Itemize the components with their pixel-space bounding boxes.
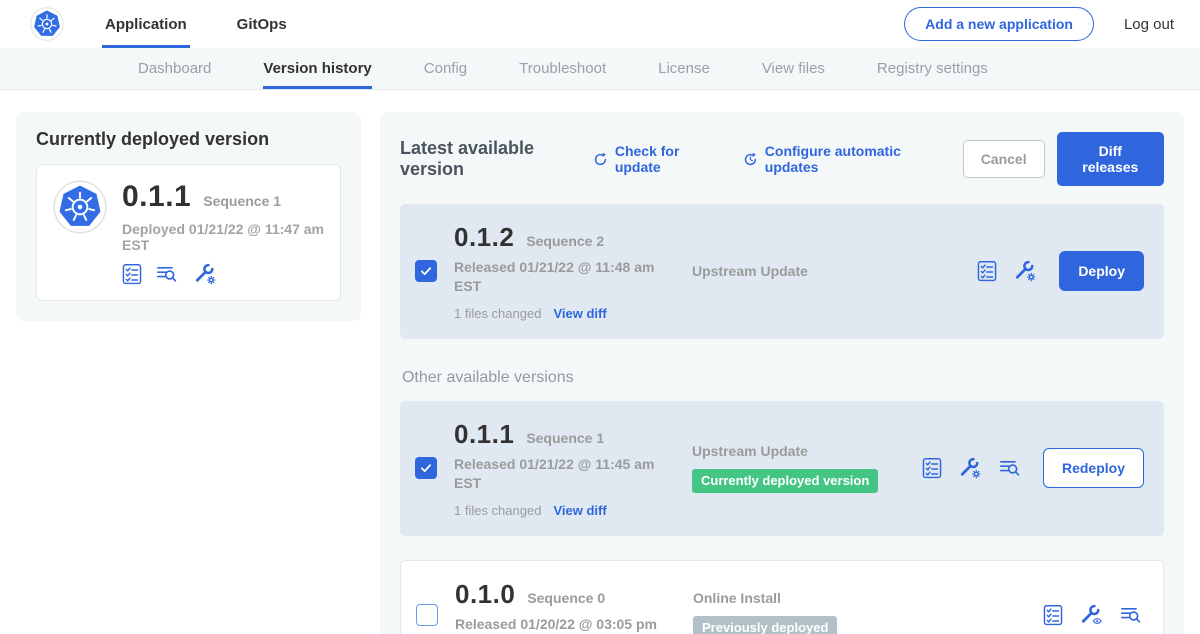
view-diff-link[interactable]: View diff	[553, 306, 606, 321]
files-changed-label: 1 files changed	[454, 306, 541, 321]
version-number: 0.1.0	[455, 579, 515, 610]
released-timestamp: Released 01/21/22 @ 11:45 am EST	[454, 455, 666, 493]
source-label: Online Install	[693, 590, 923, 606]
config-icon[interactable]	[192, 263, 218, 285]
top-nav-right: Add a new application Log out	[904, 0, 1174, 48]
version-source: Online Install Previously deployed	[693, 590, 923, 634]
version-checkbox[interactable]	[416, 604, 438, 626]
tab-dashboard[interactable]: Dashboard	[138, 48, 211, 89]
preflight-checks-icon[interactable]	[1043, 604, 1063, 626]
kubernetes-logo	[30, 0, 64, 48]
version-checkbox[interactable]	[415, 260, 437, 282]
main-content: Currently deployed version 0.1.1 Sequenc…	[0, 90, 1200, 634]
top-tab-application[interactable]: Application	[102, 0, 190, 48]
status-badge: Previously deployed	[693, 616, 837, 634]
currently-deployed-panel: Currently deployed version 0.1.1 Sequenc…	[16, 112, 361, 321]
add-new-application-button[interactable]: Add a new application	[904, 7, 1094, 41]
sequence-label: Sequence 0	[527, 590, 605, 606]
sequence-label: Sequence 1	[526, 430, 604, 446]
deploy-button[interactable]: Deploy	[1059, 251, 1144, 291]
check-for-update-label: Check for update	[615, 143, 715, 175]
top-tab-gitops[interactable]: GitOps	[234, 0, 290, 48]
sequence-label: Sequence 2	[526, 233, 604, 249]
tab-version-history[interactable]: Version history	[263, 48, 371, 89]
released-timestamp: Released 01/20/22 @ 03:05 pm EST	[455, 615, 667, 634]
version-number: 0.1.2	[454, 222, 514, 253]
version-number: 0.1.1	[454, 419, 514, 450]
version-info: 0.1.1 Sequence 1 Released 01/21/22 @ 11:45…	[454, 419, 666, 518]
top-nav: Application GitOps Add a new application …	[0, 0, 1200, 48]
tab-troubleshoot[interactable]: Troubleshoot	[519, 48, 606, 89]
preflight-checks-icon[interactable]	[122, 263, 142, 285]
kubernetes-app-icon	[53, 180, 107, 285]
version-info: 0.1.2 Sequence 2 Released 01/21/22 @ 11:48…	[454, 222, 666, 321]
checkmark-icon	[419, 264, 433, 278]
check-for-update-link[interactable]: Check for update	[593, 143, 715, 175]
preflight-checks-icon[interactable]	[977, 260, 997, 282]
deployed-sequence-label: Sequence 1	[203, 193, 281, 209]
version-checkbox[interactable]	[415, 457, 437, 479]
deployed-version-card: 0.1.1 Sequence 1 Deployed 01/21/22 @ 11:…	[36, 164, 341, 301]
app-sub-nav: Dashboard Version history Config Troublesho…	[0, 48, 1200, 90]
version-actions: Redeploy	[922, 448, 1144, 488]
config-view-icon[interactable]	[1078, 604, 1104, 626]
version-row: 0.1.1 Sequence 1 Released 01/21/22 @ 11:45…	[400, 401, 1164, 536]
version-info: 0.1.0 Sequence 0 Released 01/20/22 @ 03:05…	[455, 579, 667, 634]
version-source: Upstream Update Currently deployed versio…	[692, 443, 922, 493]
deploy-logs-icon[interactable]	[998, 457, 1022, 479]
deploy-logs-icon[interactable]	[1119, 604, 1143, 626]
configure-auto-updates-link[interactable]: Configure automatic updates	[743, 143, 935, 175]
source-label: Upstream Update	[692, 263, 922, 279]
config-icon[interactable]	[957, 457, 983, 479]
tab-registry-settings[interactable]: Registry settings	[877, 48, 988, 89]
tab-view-files[interactable]: View files	[762, 48, 825, 89]
released-timestamp: Released 01/21/22 @ 11:48 am EST	[454, 258, 666, 296]
tab-license[interactable]: License	[658, 48, 710, 89]
version-row: 0.1.2 Sequence 2 Released 01/21/22 @ 11:48…	[400, 204, 1164, 339]
other-versions-title: Other available versions	[402, 369, 1164, 387]
config-icon[interactable]	[1012, 260, 1038, 282]
redeploy-button[interactable]: Redeploy	[1043, 448, 1144, 488]
view-diff-link[interactable]: View diff	[553, 503, 606, 518]
refresh-icon	[593, 151, 608, 168]
files-changed-label: 1 files changed	[454, 503, 541, 518]
diff-releases-button[interactable]: Diff releases	[1057, 132, 1164, 186]
configure-auto-updates-label: Configure automatic updates	[765, 143, 935, 175]
latest-available-title: Latest available version	[400, 138, 579, 180]
cancel-button[interactable]: Cancel	[963, 140, 1045, 178]
preflight-checks-icon[interactable]	[922, 457, 942, 479]
deployed-timestamp: Deployed 01/21/22 @ 11:47 am EST	[122, 221, 324, 253]
version-source: Upstream Update	[692, 263, 922, 279]
auto-update-icon	[743, 151, 758, 168]
deploy-logs-icon[interactable]	[155, 263, 179, 285]
tab-config[interactable]: Config	[424, 48, 467, 89]
version-row: 0.1.0 Sequence 0 Released 01/20/22 @ 03:05…	[400, 560, 1164, 634]
latest-version-header: Latest available version Check for updat…	[400, 132, 1164, 186]
logout-link[interactable]: Log out	[1124, 16, 1174, 33]
checkmark-icon	[419, 461, 433, 475]
version-actions: Deploy	[977, 251, 1144, 291]
version-actions	[1043, 604, 1143, 626]
currently-deployed-title: Currently deployed version	[36, 129, 341, 150]
status-badge: Currently deployed version	[692, 469, 878, 493]
deployed-version-number: 0.1.1	[122, 180, 191, 214]
source-label: Upstream Update	[692, 443, 922, 459]
top-nav-tabs: Application GitOps	[102, 0, 290, 48]
version-history-panel: Latest available version Check for updat…	[380, 112, 1184, 634]
deployed-version-actions	[122, 263, 324, 285]
